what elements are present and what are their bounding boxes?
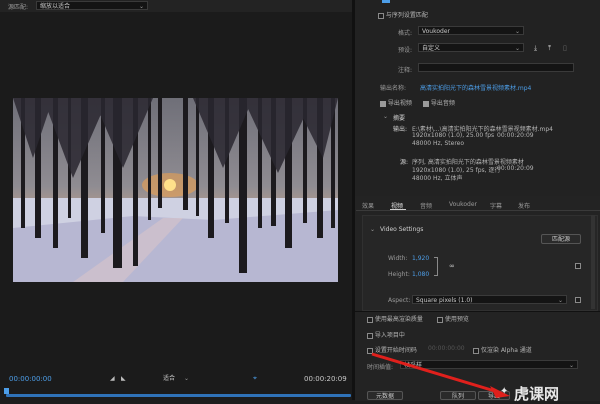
- match-sequence-label: 与序列设置匹配: [385, 12, 428, 19]
- chevron-down-icon[interactable]: ⌄: [383, 113, 388, 120]
- chevron-down-icon[interactable]: ⌄: [370, 226, 375, 233]
- import-into-project-label: 导入项目中: [374, 332, 405, 339]
- tabs-separator: [356, 210, 600, 211]
- save-preset-icon[interactable]: ⤓: [534, 44, 537, 53]
- summary-source-duration: 00:00:20:09: [497, 165, 534, 172]
- format-value: Voukoder: [422, 28, 451, 35]
- source-scaling-label: 源匹配:: [8, 4, 29, 11]
- export-video-row[interactable]: 导出视频: [380, 98, 412, 107]
- import-preset-icon[interactable]: ⤒: [548, 44, 551, 53]
- video-preview: [13, 98, 338, 282]
- delete-preset-icon[interactable]: ▯: [563, 44, 567, 52]
- chevron-down-icon: ⌄: [557, 297, 563, 304]
- width-label: Width:: [388, 255, 408, 262]
- summary-title: 摘要: [393, 115, 406, 122]
- current-timecode[interactable]: 00:00:00:00: [9, 375, 52, 383]
- width-value[interactable]: 1,920: [412, 255, 429, 262]
- export-audio-label: 导出音频: [430, 100, 455, 107]
- video-settings-title: Video Settings: [380, 226, 424, 233]
- aspect-value: Square pixels (1.0): [416, 297, 473, 304]
- match-sequence-row[interactable]: 与序列设置匹配: [378, 10, 428, 19]
- summary-source-line3: 48000 Hz, 立体声: [412, 175, 463, 182]
- zoom-fit-value: 适合: [163, 375, 176, 382]
- tab-publish[interactable]: 发布: [518, 201, 530, 210]
- export-audio-row[interactable]: 导出音频: [423, 98, 455, 107]
- forest-snow-scene-image: [13, 98, 338, 282]
- max-render-quality-label: 使用最高渲染质量: [374, 316, 423, 323]
- tab-voukoder[interactable]: Voukoder: [449, 201, 477, 208]
- chevron-down-icon: ⌄: [568, 362, 574, 369]
- summary-output-line2: 1920x1080 (1.0), 25.00 fps: [412, 132, 495, 139]
- watermark-logo-icon: ✦: [500, 386, 509, 397]
- tab-effects[interactable]: 效果: [362, 201, 374, 210]
- output-name-label: 输出名称:: [380, 85, 407, 92]
- chevron-down-icon: ⌄: [514, 45, 520, 52]
- height-label: Height:: [388, 271, 410, 278]
- height-value[interactable]: 1,080: [412, 271, 429, 278]
- tab-captions[interactable]: 字幕: [490, 201, 502, 210]
- export-audio-checkbox[interactable]: [423, 100, 429, 107]
- timeline-range-bar[interactable]: [6, 394, 351, 397]
- max-render-quality-row[interactable]: 使用最高渲染质量: [367, 314, 423, 323]
- section-collapse-handle[interactable]: [382, 0, 390, 3]
- aspect-label: Aspect:: [388, 297, 411, 304]
- duration-timecode: 00:00:20:09: [304, 375, 347, 383]
- match-sequence-checkbox[interactable]: [378, 12, 384, 19]
- import-into-project-row[interactable]: 导入项目中: [367, 330, 405, 339]
- use-previews-checkbox[interactable]: [437, 316, 443, 323]
- summary-output-duration: 00:00:20:09: [497, 132, 534, 139]
- use-previews-label: 使用预览: [444, 316, 469, 323]
- max-render-quality-checkbox[interactable]: [367, 316, 373, 323]
- import-into-project-checkbox[interactable]: [367, 332, 373, 339]
- preset-dropdown[interactable]: 自定义 ⌄: [418, 43, 524, 52]
- aspect-dropdown[interactable]: Square pixels (1.0) ⌄: [412, 295, 567, 304]
- chain-link-icon[interactable]: ∞: [449, 262, 455, 270]
- match-source-button[interactable]: 匹配源: [541, 234, 581, 244]
- export-video-label: 导出视频: [387, 100, 412, 107]
- active-tab-indicator: [390, 209, 406, 210]
- comments-input[interactable]: [418, 63, 574, 72]
- playhead-handle[interactable]: [4, 388, 9, 394]
- mark-in-icon[interactable]: ◢: [110, 375, 115, 382]
- summary-output-line3: 48000 Hz, Stereo: [412, 140, 465, 147]
- chevron-down-icon: ⌄: [514, 28, 520, 35]
- zoom-fit-dropdown[interactable]: 适合 ⌄: [160, 374, 192, 383]
- chevron-down-icon: ⌄: [183, 375, 189, 382]
- video-settings-scrollbar[interactable]: [591, 215, 595, 309]
- tab-audio[interactable]: 音频: [420, 201, 432, 210]
- source-scaling-dropdown[interactable]: 缩放以适合 ⌄: [36, 1, 148, 10]
- preset-label: 预设:: [398, 47, 413, 54]
- use-previews-row[interactable]: 使用预览: [437, 314, 469, 323]
- marker-icon[interactable]: ⌖: [253, 374, 257, 383]
- watermark-text: 虎课网: [514, 385, 560, 403]
- format-label: 格式:: [398, 30, 413, 37]
- comments-label: 注释:: [398, 67, 413, 74]
- aspect-checkbox[interactable]: [575, 297, 581, 303]
- format-dropdown[interactable]: Voukoder ⌄: [418, 26, 524, 35]
- width-height-checkbox[interactable]: [575, 263, 581, 269]
- export-video-checkbox[interactable]: [380, 100, 386, 107]
- summary-output-label: 输出:: [393, 126, 408, 133]
- dimension-link-bracket: [434, 257, 438, 276]
- summary-source-label: 源:: [400, 159, 409, 166]
- mark-out-icon[interactable]: ◣: [121, 375, 126, 382]
- output-name-link[interactable]: 高清实拍阳光下的森林雪景视频素材.mp4: [420, 83, 531, 92]
- preset-value: 自定义: [422, 45, 441, 52]
- chevron-down-icon: ⌄: [138, 3, 144, 10]
- source-scaling-value: 缩放以适合: [40, 3, 71, 10]
